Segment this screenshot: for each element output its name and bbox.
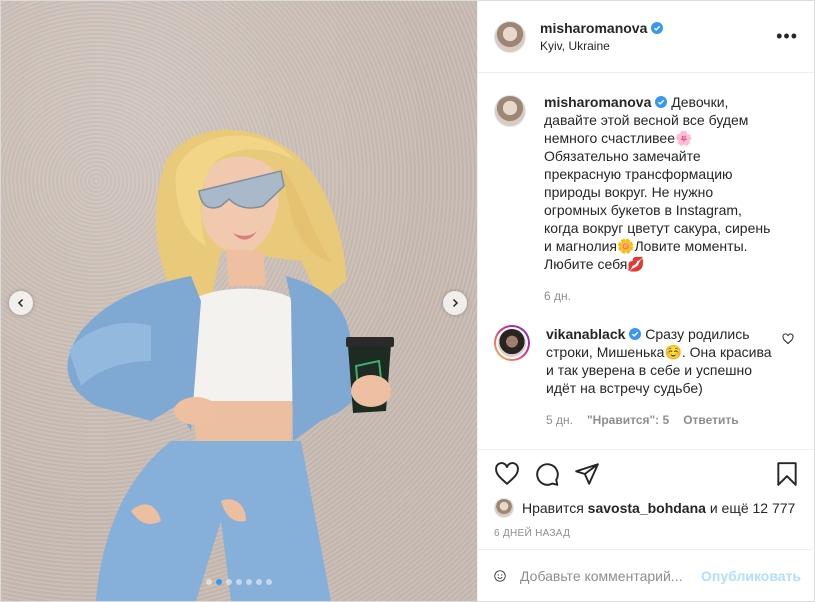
likes-count[interactable]: и ещё 12 777 [710,500,796,516]
comment-input[interactable] [520,567,702,584]
chevron-right-icon [452,298,459,308]
carousel-prev-button[interactable] [9,291,33,315]
comment-username[interactable]: vikanablack [546,326,625,342]
verified-icon [655,96,668,108]
comments-list: misharomanova Девочки, давайте этой весн… [478,73,814,449]
publish-button[interactable]: Опубликовать [701,568,801,584]
comment-time[interactable]: 5 дн. [546,411,573,429]
verified-icon [651,22,664,34]
carousel-dot [266,579,272,585]
comment-icon[interactable] [534,461,560,487]
carousel-dot [246,579,252,585]
liker-username[interactable]: savosta_bohdana [588,500,706,516]
reply-button[interactable]: Ответить [683,411,738,429]
post-location[interactable]: Kyiv, Ukraine [540,39,663,53]
caption-avatar[interactable] [494,95,526,127]
author-username[interactable]: misharomanova [540,20,664,36]
liker-avatar[interactable] [494,498,514,518]
carousel-dot [256,579,262,585]
carousel-dot [216,579,222,585]
likes-prefix: Нравится [522,500,584,516]
caption-username[interactable]: misharomanova [544,94,651,110]
author-avatar[interactable] [494,20,526,53]
likes-summary: Нравится savosta_bohdana и ещё 12 777 [494,498,800,518]
carousel-dot [226,579,232,585]
post-modal: misharomanova Kyiv, Ukraine ••• misharom… [0,0,815,602]
heart-icon[interactable] [494,461,520,487]
share-icon[interactable] [574,461,600,487]
carousel-dot [206,579,212,585]
photo-figure [67,129,394,601]
author-username-text[interactable]: misharomanova [540,20,647,36]
caption-text: Девочки, давайте этой весной все будем н… [544,94,771,272]
carousel-next-button[interactable] [443,291,467,315]
more-options-button[interactable]: ••• [776,26,798,47]
post-side-panel: misharomanova Kyiv, Ukraine ••• misharom… [477,1,815,601]
commenter-avatar[interactable] [494,325,530,361]
post-photo[interactable] [1,1,477,601]
post-header: misharomanova Kyiv, Ukraine ••• [478,1,814,73]
caption-time[interactable]: 6 дн. [544,287,571,305]
caption-comment: misharomanova Девочки, давайте этой весн… [494,93,798,305]
comment-item: vikanablack Сразу родились строки, Мишен… [494,325,798,429]
verified-icon [629,328,642,340]
carousel-dot [236,579,242,585]
comment-like-heart-icon[interactable] [782,333,794,345]
add-comment-bar: Опубликовать [478,549,815,601]
post-time-ago[interactable]: 6 дней назад [494,528,800,539]
bookmark-icon[interactable] [774,461,800,487]
chevron-left-icon [17,298,24,308]
carousel-indicator [1,579,477,585]
comment-likes[interactable]: "Нравится": 5 [587,411,669,429]
emoji-icon[interactable] [494,563,506,589]
